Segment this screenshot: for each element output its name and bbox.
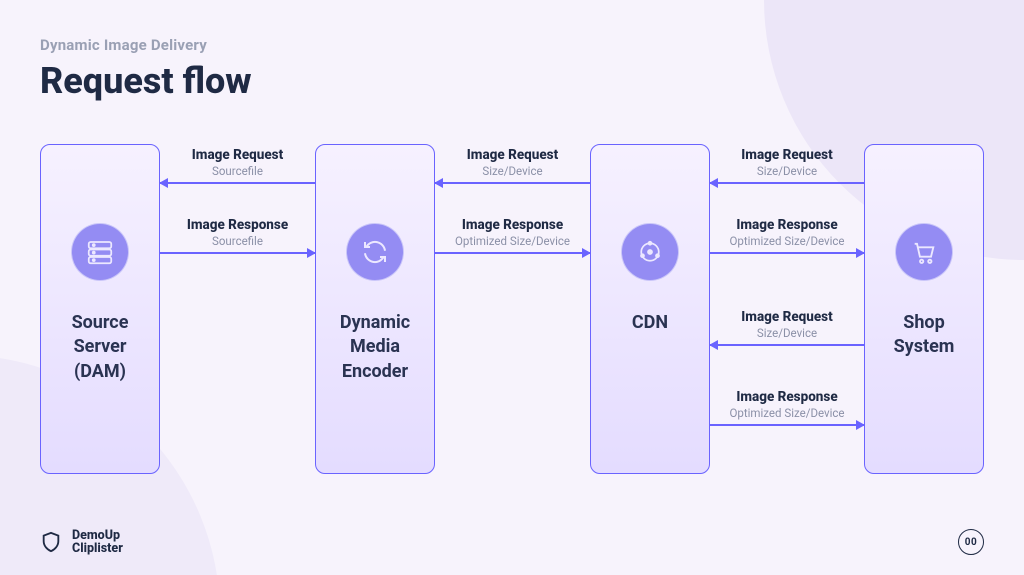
arrow-label-title: Image Response: [710, 389, 864, 405]
arrow-label-title: Image Request: [160, 147, 315, 163]
arrow-shop-to-cdn-request-2: Image Request Size/Device: [710, 344, 864, 346]
node-encoder-label: Dynamic Media Encoder: [316, 311, 434, 402]
arrow-label-sub: Size/Device: [710, 164, 864, 178]
shield-icon: [40, 531, 62, 553]
slide: Dynamic Image Delivery Request flow Sour…: [0, 0, 1024, 575]
node-encoder: Dynamic Media Encoder: [315, 144, 435, 474]
arrow-encoder-to-source-request: Image Request Sourcefile: [160, 182, 315, 184]
cart-icon: [895, 223, 953, 281]
arrow-label-sub: Optimized Size/Device: [710, 234, 864, 248]
brand-logo: DemoUp Cliplister: [40, 529, 123, 555]
node-source-server-label: Source Server (DAM): [41, 311, 159, 402]
arrow-label-sub: Size/Device: [435, 164, 590, 178]
arrow-label-title: Image Request: [435, 147, 590, 163]
node-source-server: Source Server (DAM): [40, 144, 160, 474]
arrow-label-sub: Sourcefile: [160, 164, 315, 178]
arrow-source-to-encoder-response: Image Response Sourcefile: [160, 252, 315, 254]
arrow-label-title: Image Request: [710, 309, 864, 325]
arrow-cdn-to-shop-response-2: Image Response Optimized Size/Device: [710, 424, 864, 426]
node-shop: Shop System: [864, 144, 984, 474]
refresh-icon: [346, 223, 404, 281]
arrow-label-title: Image Response: [435, 217, 590, 233]
brand-line-2: Cliplister: [72, 542, 123, 555]
node-cdn: CDN: [590, 144, 710, 474]
arrow-label-sub: Optimized Size/Device: [435, 234, 590, 248]
diagram: Source Server (DAM) Dynamic Media Encode…: [40, 144, 984, 494]
arrow-shop-to-cdn-request-1: Image Request Size/Device: [710, 182, 864, 184]
arrow-label-title: Image Response: [160, 217, 315, 233]
footer: DemoUp Cliplister 00: [40, 527, 984, 557]
arrow-label-sub: Size/Device: [710, 326, 864, 340]
server-icon: [71, 223, 129, 281]
slide-title: Request flow: [40, 60, 984, 102]
node-cdn-label: CDN: [591, 311, 709, 353]
page-number: 00: [958, 529, 984, 555]
arrow-label-sub: Optimized Size/Device: [710, 406, 864, 420]
slide-subtitle: Dynamic Image Delivery: [40, 36, 984, 54]
arrow-label-title: Image Request: [710, 147, 864, 163]
arrow-label-title: Image Response: [710, 217, 864, 233]
arrow-encoder-to-cdn-response: Image Response Optimized Size/Device: [435, 252, 590, 254]
arrow-label-sub: Sourcefile: [160, 234, 315, 248]
arrow-cdn-to-encoder-request: Image Request Size/Device: [435, 182, 590, 184]
node-shop-label: Shop System: [865, 311, 983, 378]
network-icon: [621, 223, 679, 281]
arrow-cdn-to-shop-response-1: Image Response Optimized Size/Device: [710, 252, 864, 254]
